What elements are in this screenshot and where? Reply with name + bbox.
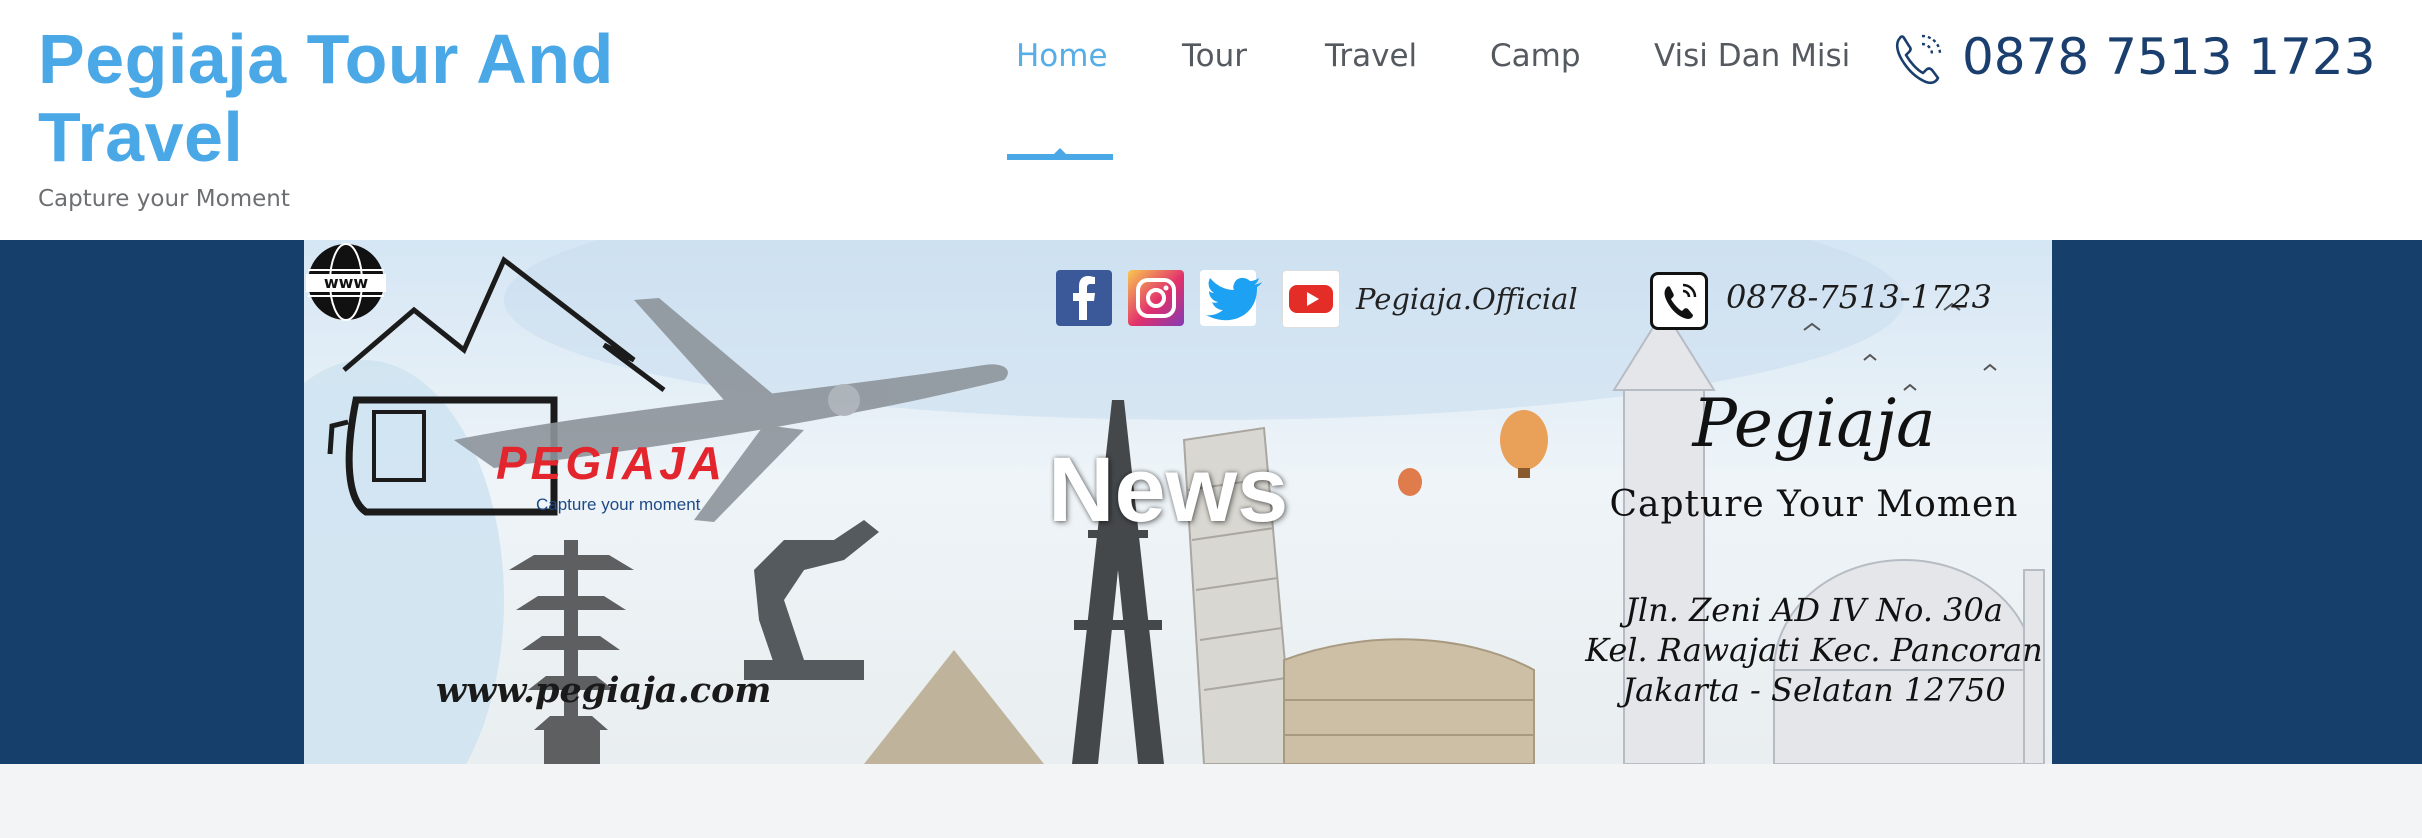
svg-text:www: www: [324, 273, 369, 292]
social-handle: Pegiaja.Official: [1356, 282, 1578, 316]
phone-number[interactable]: 0878 7513 1723: [1962, 28, 2376, 86]
nav-item-camp[interactable]: Camp: [1490, 38, 1581, 74]
site-tagline: Capture your Moment: [38, 186, 290, 212]
phone-icon: [1895, 34, 1942, 85]
address-line: Jln. Zeni AD IV No. 30a: [1625, 591, 2003, 629]
nav-item-visi-dan-misi[interactable]: Visi Dan Misi: [1654, 38, 1850, 74]
nav-item-home[interactable]: Home: [1016, 38, 1108, 74]
page-title-overlay: News: [1048, 439, 1289, 541]
banner-website: www.pegiaja.com: [436, 670, 772, 711]
hero-section: Pegiaja.Official 0878-7513-1723 PEGIAJA …: [0, 240, 2422, 764]
site-title[interactable]: Pegiaja Tour And Travel: [38, 20, 758, 176]
banner-phone-number: 0878-7513-1723: [1726, 278, 1992, 316]
nav-active-indicator: [1007, 154, 1113, 160]
banner-logo-text: PEGIAJA: [496, 437, 726, 489]
twitter-icon: [1200, 270, 1262, 326]
banner-phone-icon: [1650, 272, 1708, 330]
facebook-icon: [1056, 270, 1112, 326]
hero-banner-image: Pegiaja.Official 0878-7513-1723 PEGIAJA …: [304, 240, 2052, 764]
pagoda-graphic: [509, 540, 634, 764]
banner-slogan: Capture Your Momen: [1609, 484, 2019, 525]
banner-logo-tagline: Capture your moment: [536, 495, 701, 514]
statue-graphic: [744, 520, 879, 680]
nav-item-travel[interactable]: Travel: [1325, 38, 1417, 74]
content-area-top: [0, 764, 2422, 838]
site-branding: Pegiaja Tour And Travel Capture your Mom…: [38, 20, 758, 212]
pyramid-graphic: [864, 650, 1044, 764]
site-header: Pegiaja Tour And Travel Capture your Mom…: [0, 0, 2422, 240]
globe-www-icon: www: [306, 243, 386, 321]
nav-item-tour[interactable]: Tour: [1182, 38, 1247, 74]
address-line: Jakarta - Selatan 12750: [1622, 671, 2006, 709]
address-line: Kel. Rawajati Kec. Pancoran: [1585, 631, 2043, 669]
youtube-icon: [1282, 270, 1340, 328]
banner-brand-name: Pegiaja: [1692, 385, 1936, 462]
instagram-icon: [1128, 270, 1184, 326]
banner-address: Jln. Zeni AD IV No. 30a Kel. Rawajati Ke…: [1474, 590, 2052, 710]
